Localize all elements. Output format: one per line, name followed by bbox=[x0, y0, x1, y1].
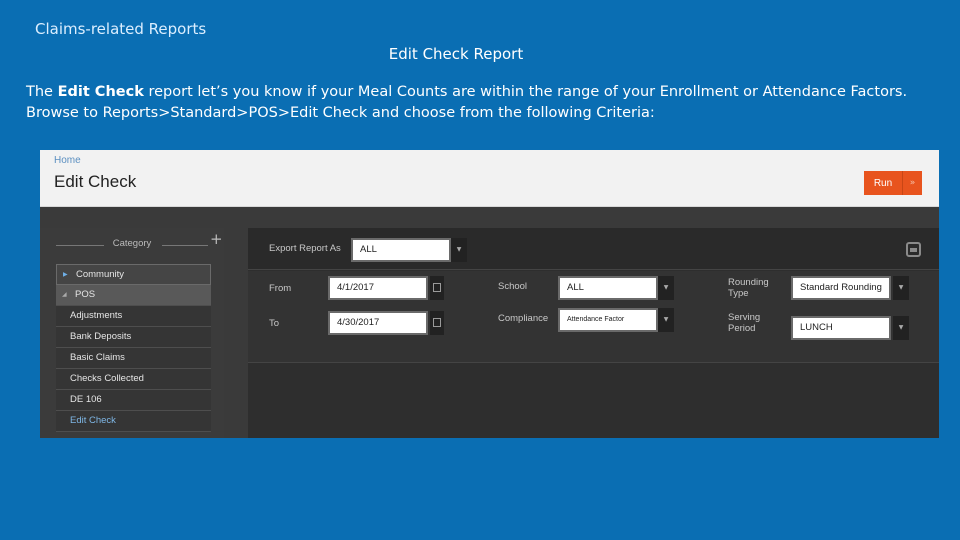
sidebar-item-label: Edit Check bbox=[70, 415, 116, 426]
export-select[interactable]: ALL bbox=[351, 238, 451, 262]
intro-prefix: The bbox=[26, 84, 58, 100]
run-options-icon[interactable]: » bbox=[902, 171, 922, 195]
serving-period-label: Serving Period bbox=[728, 312, 760, 334]
chevron-down-icon[interactable]: ▼ bbox=[658, 308, 674, 332]
sidebar-item-label: POS bbox=[75, 289, 96, 300]
calendar-glyph bbox=[433, 318, 441, 327]
rounding-label-line2: Type bbox=[728, 288, 749, 299]
rounding-label-line1: Rounding bbox=[728, 277, 769, 288]
add-category-icon[interactable]: + bbox=[210, 230, 223, 248]
sidebar-item-label: Basic Claims bbox=[70, 352, 125, 363]
sidebar-item-basic-claims[interactable]: Basic Claims bbox=[56, 348, 211, 369]
breadcrumb[interactable]: Home bbox=[54, 155, 81, 166]
rounding-type-label: Rounding Type bbox=[728, 277, 769, 299]
school-label: School bbox=[498, 281, 528, 292]
collapse-panel-icon[interactable] bbox=[906, 242, 921, 257]
serving-label-line2: Period bbox=[728, 323, 756, 334]
serving-label-line1: Serving bbox=[728, 312, 761, 323]
collapse-bar bbox=[910, 248, 917, 252]
sidebar-item-label: Bank Deposits bbox=[70, 331, 132, 342]
expand-arrow-icon: ▶ bbox=[63, 272, 68, 278]
to-label: To bbox=[269, 318, 280, 329]
criteria-panel: Export Report As ALL ▼ From 4/1/2017 To … bbox=[248, 228, 939, 438]
calendar-glyph bbox=[433, 283, 441, 292]
compliance-label: Compliance bbox=[498, 313, 549, 324]
sidebar-item-adjustments[interactable]: Adjustments bbox=[56, 306, 211, 327]
rounding-type-select[interactable]: Standard Rounding bbox=[791, 276, 891, 300]
sidebar-item-label: Adjustments bbox=[70, 310, 123, 321]
app-screenshot: Home Edit Check Run » Category + ▶ Commun… bbox=[40, 150, 939, 438]
calendar-icon[interactable] bbox=[430, 311, 444, 335]
slide-header: Claims-related Reports bbox=[35, 20, 207, 38]
collapse-arrow-icon: ◢ bbox=[62, 292, 67, 298]
from-label: From bbox=[269, 283, 292, 294]
slide-title: Edit Check Report bbox=[388, 45, 524, 63]
to-date-input[interactable]: 4/30/2017 bbox=[328, 311, 428, 335]
from-date-input[interactable]: 4/1/2017 bbox=[328, 276, 428, 300]
chevron-down-icon[interactable]: ▼ bbox=[658, 276, 674, 300]
sidebar-item-checks-collected[interactable]: Checks Collected bbox=[56, 369, 211, 390]
compliance-select[interactable]: Attendance Factor bbox=[558, 308, 658, 332]
sidebar-item-label: Community bbox=[76, 269, 125, 280]
intro-bold: Edit Check bbox=[57, 84, 144, 100]
intro-text: The Edit Check report let’s you know if … bbox=[26, 82, 936, 124]
chevron-down-icon[interactable]: ▼ bbox=[451, 238, 467, 262]
category-label: Category bbox=[112, 238, 152, 249]
sidebar-item-pos[interactable]: ◢ POS bbox=[56, 285, 211, 306]
category-sidebar: Category + ▶ Community ◢ POS Adjustments B… bbox=[40, 228, 224, 438]
sidebar-item-community[interactable]: ▶ Community bbox=[56, 264, 211, 285]
school-select[interactable]: ALL bbox=[558, 276, 658, 300]
divider bbox=[162, 245, 208, 246]
calendar-icon[interactable] bbox=[430, 276, 444, 300]
run-button[interactable]: Run bbox=[864, 171, 902, 195]
serving-period-select[interactable]: LUNCH bbox=[791, 316, 891, 340]
sidebar-item-label: DE 106 bbox=[70, 394, 102, 405]
export-label: Export Report As bbox=[269, 243, 341, 254]
sidebar-item-bank-deposits[interactable]: Bank Deposits bbox=[56, 327, 211, 348]
intro-rest: report let’s you know if your Meal Count… bbox=[26, 84, 908, 121]
sidebar-item-edit-check[interactable]: Edit Check bbox=[56, 411, 211, 432]
chevron-down-icon[interactable]: ▼ bbox=[893, 316, 909, 340]
sidebar-item-de-106[interactable]: DE 106 bbox=[56, 390, 211, 411]
export-row: Export Report As ALL ▼ bbox=[248, 228, 939, 270]
app-header: Home Edit Check Run » bbox=[40, 150, 939, 207]
page-title: Edit Check bbox=[54, 172, 137, 191]
criteria-fields: From 4/1/2017 To 4/30/2017 School ALL ▼ … bbox=[248, 271, 939, 363]
category-list: ▶ Community ◢ POS Adjustments Bank Deposit… bbox=[56, 264, 211, 432]
sidebar-item-label: Checks Collected bbox=[70, 373, 144, 384]
chevron-down-icon[interactable]: ▼ bbox=[893, 276, 909, 300]
